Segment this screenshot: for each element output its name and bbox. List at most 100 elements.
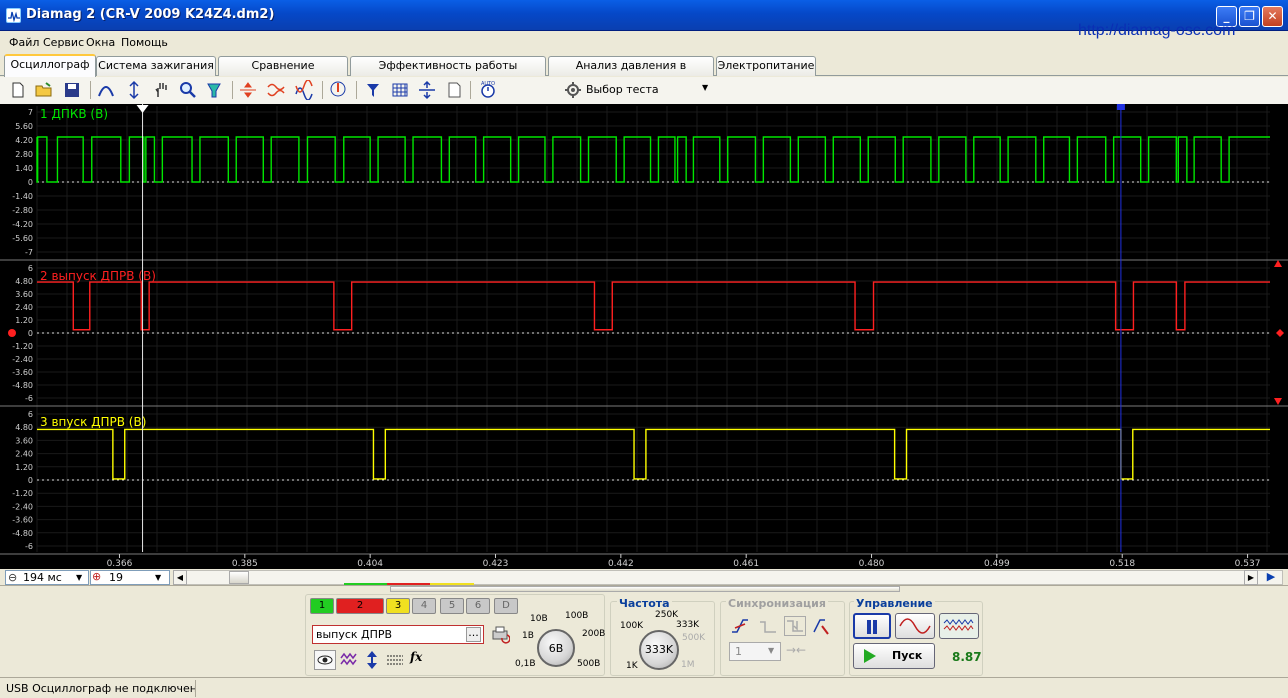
scroll-left-button[interactable]: ◀ bbox=[173, 570, 187, 585]
close-button[interactable]: ✕ bbox=[1262, 6, 1283, 27]
control-label: Управление bbox=[854, 597, 935, 610]
frequency-tick-label: 100K bbox=[620, 621, 644, 631]
test-select-dropdown[interactable]: Выбор теста ▼ bbox=[560, 80, 716, 101]
scroll-right-button[interactable]: ▶ bbox=[1244, 570, 1258, 585]
oscilloscope-svg[interactable]: 7 5.60 4.20 2.80 1.40 0 -1.40 -2.80 -4.20 -5.60 -7… bbox=[0, 104, 1288, 569]
status-text: USB Осциллограф не подключен bbox=[6, 682, 197, 695]
cursor-measure-icon[interactable] bbox=[124, 80, 144, 100]
sync-arrows-icon[interactable]: →← bbox=[786, 643, 806, 657]
app-icon[interactable] bbox=[6, 8, 21, 23]
rising-edge-icon[interactable] bbox=[730, 616, 750, 636]
tab-cylinder-comparison[interactable]: Сравнение цилиндров bbox=[218, 56, 348, 90]
panel-splitter[interactable] bbox=[390, 586, 900, 592]
volt-tick-label: 200В bbox=[582, 629, 606, 639]
scale-up-marker bbox=[1274, 260, 1282, 267]
compress-icon[interactable] bbox=[238, 80, 258, 100]
timebase-value: 194 мс bbox=[23, 571, 62, 584]
sine-mode-button[interactable] bbox=[895, 613, 935, 639]
tab-ignition-system[interactable]: Система зажигания bbox=[96, 56, 216, 76]
channel-d-button[interactable]: D bbox=[494, 598, 518, 614]
sync-label: Синхронизация bbox=[726, 597, 828, 610]
auto-scale-icon[interactable] bbox=[328, 80, 348, 100]
falling-edge-icon[interactable] bbox=[758, 616, 778, 636]
channel-label: 2 выпуск ДПРВ (В) bbox=[40, 269, 156, 283]
menu-service[interactable]: Сервис bbox=[43, 36, 84, 49]
signal-arc-icon[interactable] bbox=[96, 80, 116, 100]
maximize-button[interactable]: ❐ bbox=[1239, 6, 1260, 27]
horizontal-scrollbar[interactable] bbox=[173, 570, 1283, 585]
channel-1-button[interactable]: 1 bbox=[310, 598, 334, 614]
sync-channel-select[interactable]: 1 ▼ bbox=[729, 642, 781, 661]
oscilloscope-display[interactable]: 7 5.60 4.20 2.80 1.40 0 -1.40 -2.80 -4.20 -5.60 -7… bbox=[0, 104, 1288, 569]
invert-icon[interactable] bbox=[266, 80, 286, 100]
menu-windows[interactable]: Окна bbox=[86, 36, 115, 49]
scrollbar-thumb[interactable] bbox=[229, 571, 249, 584]
zoom-in-icon[interactable]: ⊕ bbox=[92, 570, 101, 583]
timebase-select[interactable]: ⊖ 194 мс ▼ bbox=[5, 570, 89, 585]
waveform-filter-icon[interactable] bbox=[339, 650, 359, 670]
cursor-2-handle bbox=[1116, 104, 1125, 110]
probe-icon[interactable] bbox=[204, 80, 224, 100]
channel-2-button[interactable]: 2 bbox=[336, 598, 384, 614]
start-button[interactable]: Пуск bbox=[853, 643, 935, 669]
frequency-tick-label: 250K bbox=[655, 610, 679, 620]
channel-name-input[interactable]: выпуск ДПРВ ... bbox=[312, 625, 484, 644]
y-tick-label: -6 bbox=[25, 394, 33, 403]
line-style-icon[interactable] bbox=[385, 650, 405, 670]
tab-cylinder-efficiency[interactable]: Эффективность работы цилиндров bbox=[350, 56, 546, 90]
overlay-icon[interactable] bbox=[294, 79, 314, 101]
toolbar-separator bbox=[356, 81, 357, 99]
noise-wave-icon bbox=[943, 619, 974, 631]
auto-timer-icon[interactable]: AUTO bbox=[478, 80, 498, 100]
page-icon[interactable] bbox=[444, 80, 464, 100]
y-tick-label: 2.80 bbox=[15, 150, 33, 159]
sync-cursor-icon[interactable] bbox=[812, 616, 832, 636]
tab-oscilloscope[interactable]: Осциллограф bbox=[4, 54, 96, 77]
filter-icon[interactable] bbox=[364, 80, 384, 100]
website-url[interactable]: http://diamag-osc.com bbox=[1078, 22, 1235, 40]
open-folder-icon[interactable] bbox=[34, 80, 54, 100]
toolbar-separator bbox=[470, 81, 471, 99]
zoom-icon[interactable] bbox=[178, 80, 198, 100]
pause-button[interactable] bbox=[853, 613, 891, 639]
printer-icon[interactable] bbox=[490, 624, 511, 644]
channel-4-button[interactable]: 4 bbox=[412, 598, 436, 614]
x-tick-label: 0.537 bbox=[1235, 559, 1261, 569]
noise-mode-button[interactable] bbox=[939, 613, 979, 639]
tab-cylinder-pressure[interactable]: Анализ давления в цилиндре bbox=[548, 56, 714, 90]
y-tick-label: 2.40 bbox=[15, 450, 33, 459]
y-tick-label: -5.60 bbox=[12, 234, 33, 243]
channel-label: 3 впуск ДПРВ (В) bbox=[40, 415, 146, 429]
count-select[interactable]: ⊕ 19 ▼ bbox=[90, 570, 170, 585]
volt-tick-label: 1В bbox=[522, 631, 534, 641]
y-tick-label: 6 bbox=[28, 264, 33, 273]
y-tick-label: 5.60 bbox=[15, 122, 33, 131]
channel-color-strip bbox=[344, 583, 474, 585]
save-icon[interactable] bbox=[62, 80, 82, 100]
test-select-label: Выбор теста bbox=[586, 83, 659, 96]
vertical-scale-icon[interactable] bbox=[362, 650, 382, 670]
menu-help[interactable]: Помощь bbox=[121, 36, 168, 49]
count-value: 19 bbox=[109, 571, 123, 584]
channel-3-button[interactable]: 3 bbox=[386, 598, 410, 614]
split-icon[interactable] bbox=[417, 80, 437, 100]
eye-icon[interactable] bbox=[314, 650, 336, 670]
y-tick-label: 0 bbox=[28, 329, 33, 338]
browse-button[interactable]: ... bbox=[466, 627, 481, 642]
new-file-icon[interactable] bbox=[8, 80, 28, 100]
function-icon[interactable]: fx bbox=[410, 650, 430, 670]
y-tick-label: -2.40 bbox=[12, 502, 33, 511]
channel-6-button[interactable]: 6 bbox=[466, 598, 490, 614]
y-tick-label: -2.80 bbox=[12, 206, 33, 215]
hand-pan-icon[interactable] bbox=[152, 80, 172, 100]
tab-power-supply[interactable]: Электропитание bbox=[716, 56, 816, 76]
channel-5-button[interactable]: 5 bbox=[440, 598, 464, 614]
sync-down-icon[interactable] bbox=[784, 616, 806, 636]
frequency-knob[interactable]: 333K bbox=[639, 630, 679, 670]
y-tick-label: -4.80 bbox=[12, 381, 33, 390]
menu-file[interactable]: Файл bbox=[9, 36, 39, 49]
zoom-out-icon[interactable]: ⊖ bbox=[8, 571, 17, 584]
voltage-knob[interactable]: 6В bbox=[537, 629, 575, 667]
play-scroll-button[interactable]: ▶ bbox=[1261, 570, 1281, 585]
grid-icon[interactable] bbox=[390, 80, 410, 100]
